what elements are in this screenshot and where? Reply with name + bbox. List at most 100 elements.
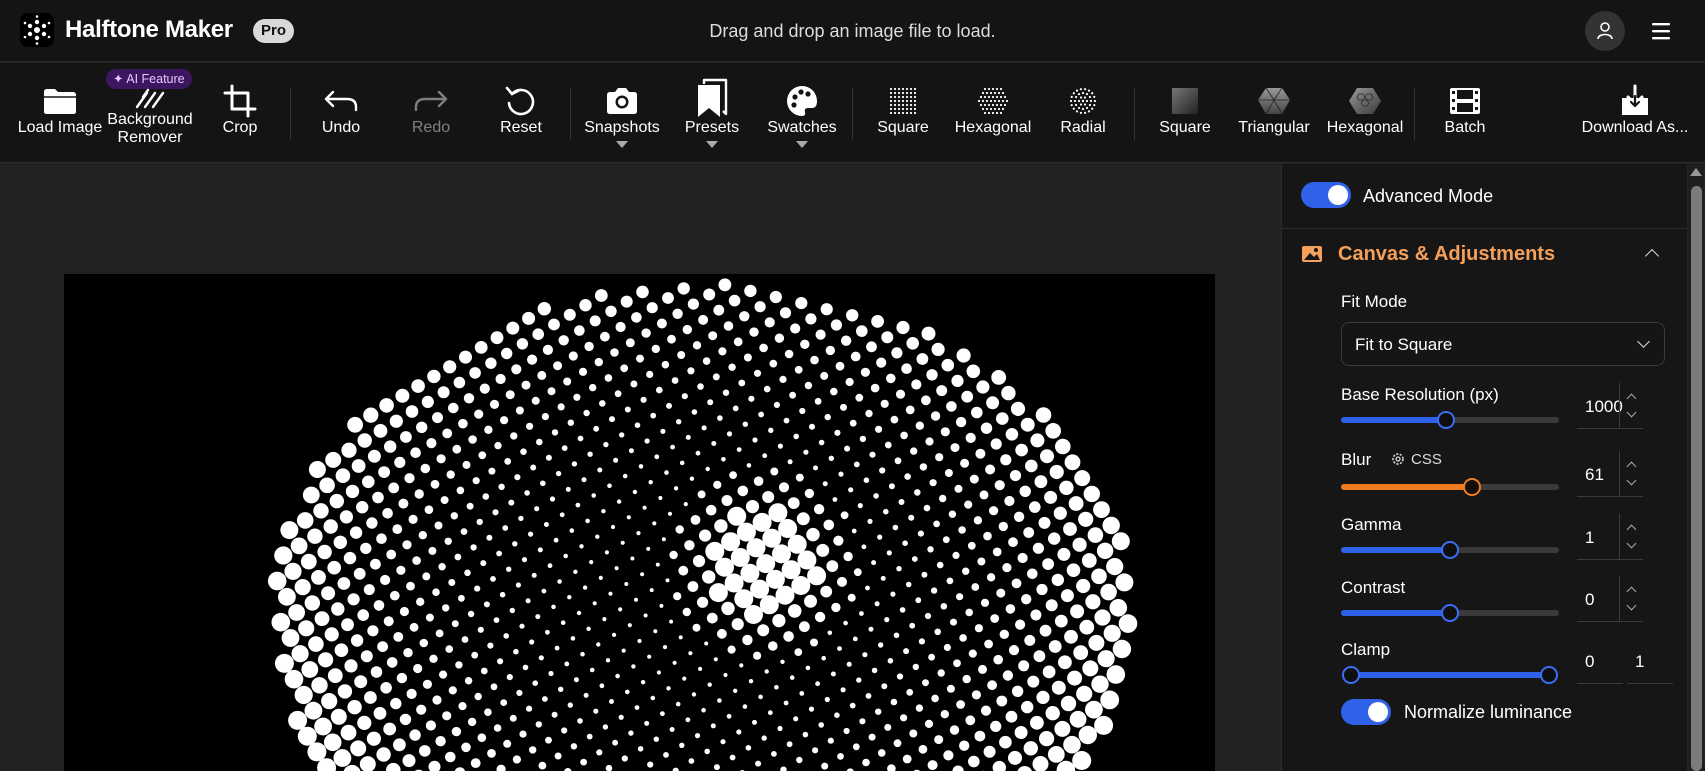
slider-fill [1341,484,1472,490]
square-cell-grid-icon [1165,83,1205,119]
redo-label: Redo [411,119,451,136]
grid-triangular-label: Triangular [1238,119,1310,136]
panel-scrollbar-thumb[interactable] [1691,186,1702,771]
background-remover-button[interactable]: Background Remover [104,63,196,163]
gamma-slider[interactable] [1341,541,1559,559]
scroll-up-arrow-icon[interactable] [1690,168,1702,176]
base-resolution-label: Base Resolution (px) [1341,385,1499,404]
grid-hexagonal-label: Hexagonal [1326,119,1404,136]
slider-thumb[interactable] [1441,604,1459,622]
toggle-knob [1328,185,1348,205]
chevron-down-icon [1637,335,1650,348]
toolbar-divider [1414,88,1415,140]
chevron-down-icon[interactable] [1626,538,1637,549]
slider-thumb[interactable] [1441,541,1459,559]
clamp-min-thumb[interactable] [1342,666,1360,684]
chevron-up-icon[interactable] [1626,524,1637,535]
chevron-up-icon[interactable] [1626,586,1637,597]
advanced-mode-label: Advanced Mode [1363,186,1494,206]
hexagonal-cell-grid-icon [1345,83,1385,119]
slider-fill [1341,610,1450,616]
fit-mode-value: Fit to Square [1355,335,1453,354]
contrast-stepper[interactable] [1619,576,1643,622]
reset-button[interactable]: Reset [480,63,562,163]
crop-label: Crop [222,119,258,136]
redo-button[interactable]: Redo [390,63,472,163]
blur-stepper[interactable] [1619,451,1643,497]
clamp-min-value: 0 [1585,652,1595,671]
top-bar: Halftone Maker Pro Drag and drop an imag… [0,0,1705,62]
contrast-input[interactable]: 0 [1577,576,1643,622]
base-resolution-input[interactable]: 1000 [1577,383,1643,429]
triangular-cell-grid-icon [1254,83,1294,119]
user-account-button[interactable] [1585,11,1625,51]
presets-label: Presets [684,119,740,136]
contrast-value: 0 [1585,590,1595,609]
presets-dropdown[interactable]: Presets [670,63,754,163]
drop-hint: Drag and drop an image file to load. [709,21,996,41]
dot-pattern-square-button[interactable]: Square [862,63,944,163]
blur-slider[interactable] [1341,478,1559,496]
undo-button[interactable]: Undo [300,63,382,163]
clamp-range-slider[interactable] [1342,666,1558,684]
palette-icon [782,83,822,119]
slider-thumb[interactable] [1462,478,1481,496]
gamma-stepper[interactable] [1619,514,1643,560]
reset-label: Reset [500,119,542,136]
dot-pattern-radial-button[interactable]: Radial [1042,63,1124,163]
load-image-label: Load Image [17,119,103,136]
contrast-slider[interactable] [1341,604,1559,622]
blur-css-label[interactable]: CSS [1411,451,1442,468]
load-image-button[interactable]: Load Image [18,63,102,163]
base-resolution-slider[interactable] [1341,411,1559,429]
normalize-luminance-toggle[interactable] [1341,699,1391,725]
clamp-min-input[interactable]: 0 [1577,638,1623,684]
dot-pattern-radial-label: Radial [1060,119,1106,136]
hamburger-icon [1652,23,1670,40]
snapshots-dropdown[interactable]: Snapshots [578,63,666,163]
dot-pattern-hexagonal-button[interactable]: Hexagonal [948,63,1038,163]
crop-icon [220,83,260,119]
clamp-max-thumb[interactable] [1540,666,1558,684]
gamma-input[interactable]: 1 [1577,514,1643,560]
batch-button[interactable]: Batch [1424,63,1506,163]
film-strip-icon [1445,83,1485,119]
chevron-down-icon[interactable] [1626,600,1637,611]
swatches-dropdown[interactable]: Swatches [760,63,844,163]
download-as-button[interactable]: Download As... [1580,63,1690,163]
halftone-preview-canvas[interactable] [64,274,1215,771]
dot-pattern-hexagonal-label: Hexagonal [954,119,1032,136]
clamp-max-input[interactable]: 1 [1627,638,1673,684]
blur-input[interactable]: 61 [1577,451,1643,497]
blur-label: Blur [1341,450,1372,469]
gamma-value: 1 [1585,528,1595,547]
section-title-canvas-adjustments[interactable]: Canvas & Adjustments [1338,243,1555,266]
grid-triangular-button[interactable]: Triangular [1230,63,1318,163]
base-resolution-stepper[interactable] [1619,383,1643,429]
dot-pattern-square-label: Square [877,119,929,136]
chevron-down-icon[interactable] [1626,475,1637,486]
blur-value: 61 [1585,465,1604,484]
contrast-label: Contrast [1341,578,1406,597]
chevron-up-icon[interactable] [1626,393,1637,404]
grid-hexagonal-button[interactable]: Hexagonal [1320,63,1410,163]
image-icon [1301,244,1323,264]
fit-mode-select[interactable]: Fit to Square [1341,322,1665,366]
clamp-label: Clamp [1341,640,1391,659]
hamburger-menu-button[interactable] [1645,16,1677,46]
gear-icon[interactable] [1390,451,1406,467]
toggle-knob [1368,702,1388,722]
swatches-label: Swatches [767,119,837,136]
halftone-image [267,278,1138,771]
grid-square-button[interactable]: Square [1144,63,1226,163]
toolbar-divider [852,88,853,140]
advanced-mode-toggle[interactable] [1301,182,1351,208]
toolbar-divider [570,88,571,140]
undo-label: Undo [321,119,361,136]
slider-fill [1341,547,1450,553]
toolbar-divider [290,88,291,140]
crop-button[interactable]: Crop [200,63,280,163]
chevron-down-icon[interactable] [1626,407,1637,418]
chevron-up-icon[interactable] [1626,461,1637,472]
slider-thumb[interactable] [1436,411,1455,429]
